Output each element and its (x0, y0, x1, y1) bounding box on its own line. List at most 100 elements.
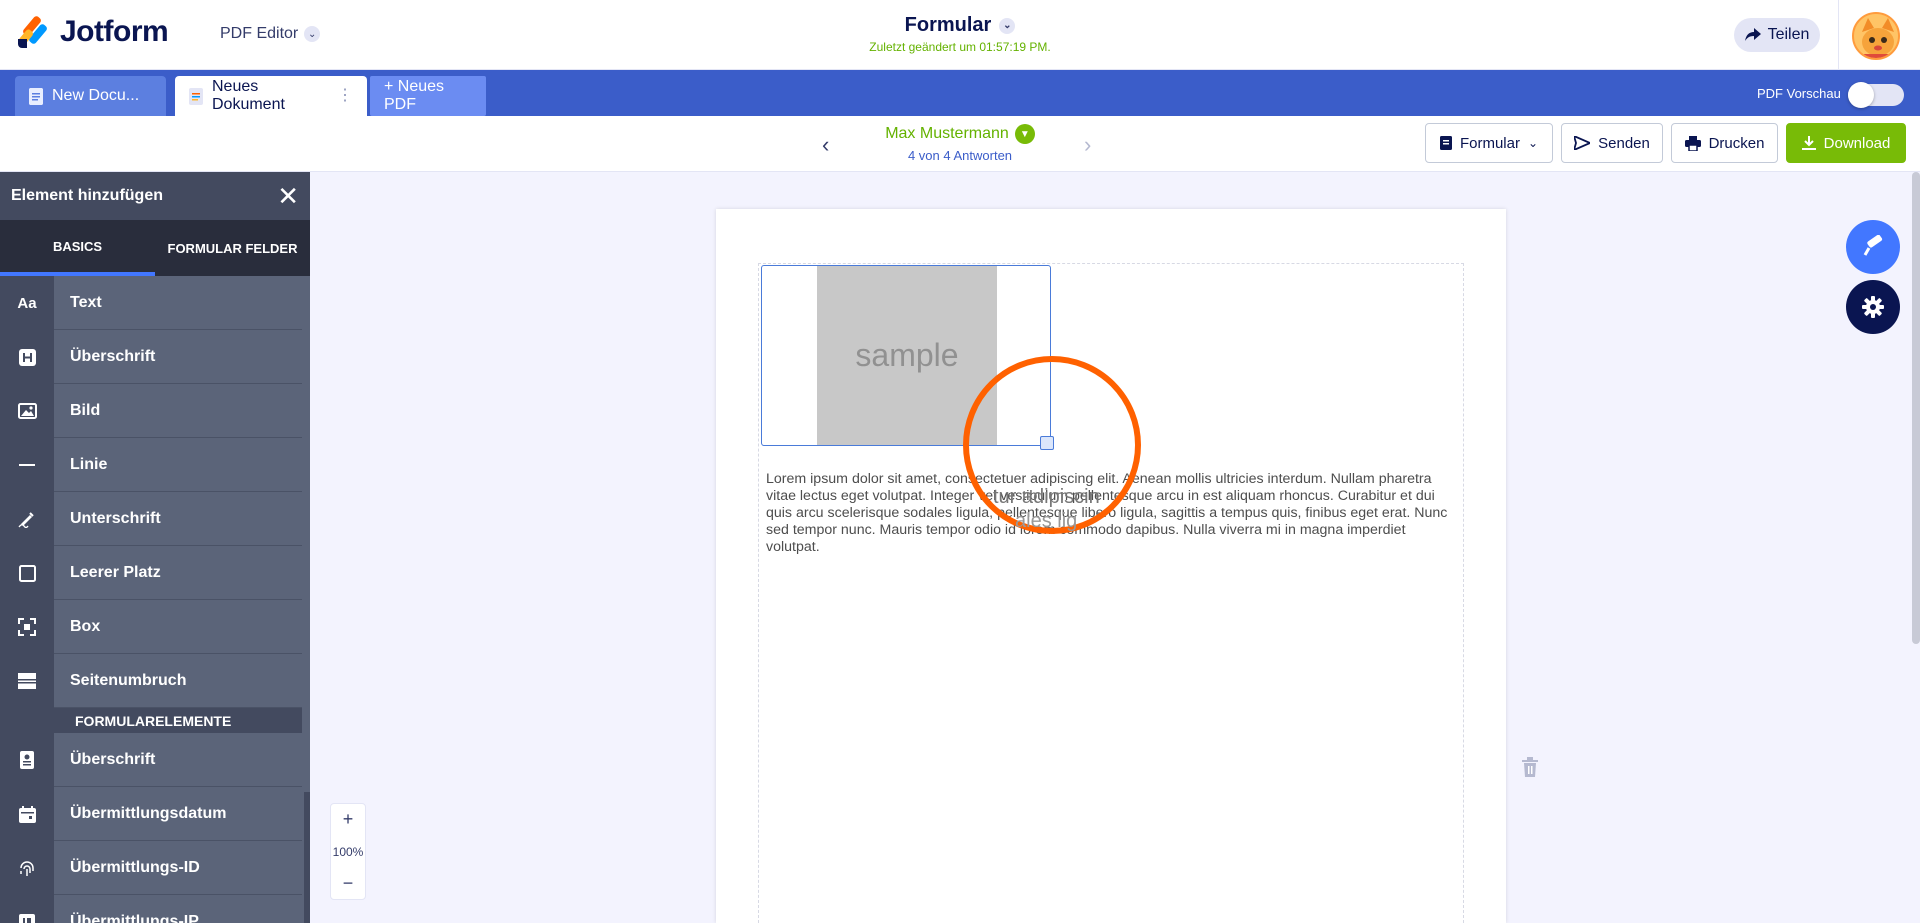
submission-selector[interactable]: Max Mustermann ▼ 4 von 4 Antworten (860, 124, 1060, 163)
submission-count: 4 von 4 Antworten (907, 148, 1013, 163)
page-break-icon (0, 654, 54, 708)
avatar-cat-icon (1854, 14, 1898, 58)
document-title[interactable]: Formular ⌄ (905, 14, 1016, 37)
print-button[interactable]: Drucken (1671, 123, 1778, 163)
canvas-scrollbar[interactable] (1912, 172, 1920, 644)
print-button-label: Drucken (1708, 134, 1765, 152)
document-tab-bar: New Docu... Neues Dokument ⋮ + Neues PDF… (0, 70, 1920, 116)
chevron-down-icon: ▼ (1014, 124, 1035, 144)
element-submission-id[interactable]: Übermittlungs-ID (0, 841, 310, 895)
paint-roller-icon (1863, 235, 1883, 256)
element-label: Überschrift (54, 733, 302, 787)
submitter-name: Max Mustermann (885, 125, 1009, 142)
document-title-text: Formular (904, 14, 992, 36)
element-label: Überschrift (54, 330, 302, 384)
zoom-out-button[interactable]: − (343, 873, 354, 894)
element-image[interactable]: Bild (0, 384, 310, 438)
image-icon (0, 384, 54, 438)
zoom-in-button[interactable]: + (343, 809, 354, 830)
panel-header: Element hinzufügen ✕ (0, 172, 310, 220)
settings-button[interactable] (1846, 280, 1900, 334)
form-dropdown-button[interactable]: Formular ⌄ (1425, 123, 1553, 163)
pdf-preview-toggle[interactable] (1848, 82, 1904, 108)
form-heading-icon (0, 733, 54, 787)
download-icon (1801, 135, 1816, 150)
trash-icon[interactable] (1520, 756, 1540, 778)
element-label: Übermittlungs-ID (54, 841, 302, 895)
drag-preview-text: tur adipiscin (993, 486, 1100, 508)
top-header: Jotform PDF Editor ⌄ Formular ⌄ Zuletzt … (0, 0, 1920, 70)
element-label: Box (54, 600, 302, 654)
chevron-down-icon: ⌄ (1527, 136, 1539, 150)
next-submission-icon[interactable]: › (1084, 132, 1091, 158)
previous-submission-icon[interactable]: ‹ (822, 132, 829, 158)
tab-basics[interactable]: BASICS (0, 220, 155, 276)
jotform-logo[interactable]: Jotform (17, 15, 169, 49)
send-button[interactable]: Senden (1561, 123, 1663, 163)
tab-new-document[interactable]: New Docu... (15, 76, 166, 116)
empty-space-icon (0, 546, 54, 600)
share-label: Teilen (1767, 26, 1810, 43)
element-line[interactable]: Linie (0, 438, 310, 492)
drag-preview-text: ales lig (1015, 510, 1078, 532)
fingerprint-icon (0, 841, 54, 895)
add-element-panel: Element hinzufügen ✕ BASICS FORMULAR FEL… (0, 172, 310, 923)
element-page-break[interactable]: Seitenumbruch (0, 654, 310, 708)
element-form-heading[interactable]: Überschrift (0, 733, 310, 787)
gear-icon (1862, 296, 1884, 318)
document-icon (189, 87, 203, 105)
tab-label: Neues Dokument (212, 78, 285, 113)
form-button-label: Formular (1459, 134, 1520, 152)
heading-icon (0, 330, 54, 384)
download-button[interactable]: Download (1786, 123, 1906, 163)
printer-icon (1684, 135, 1701, 151)
line-icon (0, 438, 54, 492)
element-heading[interactable]: Überschrift (0, 330, 310, 384)
element-empty-space[interactable]: Leerer Platz (0, 546, 310, 600)
logo-text: Jotform (60, 15, 169, 48)
element-label: Leerer Platz (54, 546, 302, 600)
user-avatar[interactable] (1852, 12, 1900, 60)
form-icon (1439, 136, 1452, 150)
header-divider (1838, 0, 1839, 70)
element-box[interactable]: Box (0, 600, 310, 654)
panel-tabs: BASICS FORMULAR FELDER (0, 220, 310, 276)
resize-handle[interactable] (1040, 436, 1054, 450)
element-label: Unterschrift (54, 492, 302, 546)
element-submission-date[interactable]: Übermittlungsdatum (0, 787, 310, 841)
calendar-icon (0, 787, 54, 841)
element-label: Text (54, 276, 302, 330)
download-button-label: Download (1823, 134, 1891, 152)
form-elements-section-header: FORMULARELEMENTE (0, 708, 310, 733)
tab-form-fields[interactable]: FORMULAR FELDER (155, 220, 310, 276)
designer-button[interactable] (1846, 220, 1900, 274)
ip-icon (0, 895, 54, 923)
app-switcher[interactable]: PDF Editor ⌄ (220, 25, 321, 43)
send-icon (1574, 136, 1591, 150)
element-label: Seitenumbruch (54, 654, 302, 708)
element-signature[interactable]: Unterschrift (0, 492, 310, 546)
pdf-page: sample Lorem ipsum dolor sit amet, conse… (716, 209, 1506, 923)
share-button[interactable]: Teilen (1734, 18, 1820, 52)
app-name: PDF Editor (220, 25, 299, 42)
jotform-logo-icon (17, 15, 50, 49)
panel-scrollbar[interactable] (304, 792, 310, 923)
element-label: Bild (54, 384, 302, 438)
tab-label: New Docu... (52, 87, 140, 104)
tab-neues-dokument[interactable]: Neues Dokument ⋮ (175, 76, 367, 116)
new-pdf-button[interactable]: + Neues PDF (370, 76, 486, 116)
last-modified-text: Zuletzt geändert um 01:57:19 PM. (869, 40, 1051, 54)
chevron-down-icon: ⌄ (999, 17, 1016, 34)
chevron-down-icon: ⌄ (304, 26, 321, 42)
element-submission-ip[interactable]: Übermittlungs-IP (0, 895, 310, 923)
close-icon[interactable]: ✕ (277, 183, 299, 209)
document-icon (29, 87, 43, 105)
document-title-area: Formular ⌄ Zuletzt geändert um 01:57:19 … (760, 14, 1160, 54)
pdf-preview-label: PDF Vorschau (1757, 86, 1841, 101)
element-text[interactable]: Aa Text (0, 276, 310, 330)
submission-bar: ‹ Max Mustermann ▼ 4 von 4 Antworten › F… (0, 116, 1920, 172)
zoom-control: + 100% − (330, 803, 366, 900)
signature-icon (0, 492, 54, 546)
tab-more-icon[interactable]: ⋮ (337, 88, 353, 104)
box-icon (0, 600, 54, 654)
